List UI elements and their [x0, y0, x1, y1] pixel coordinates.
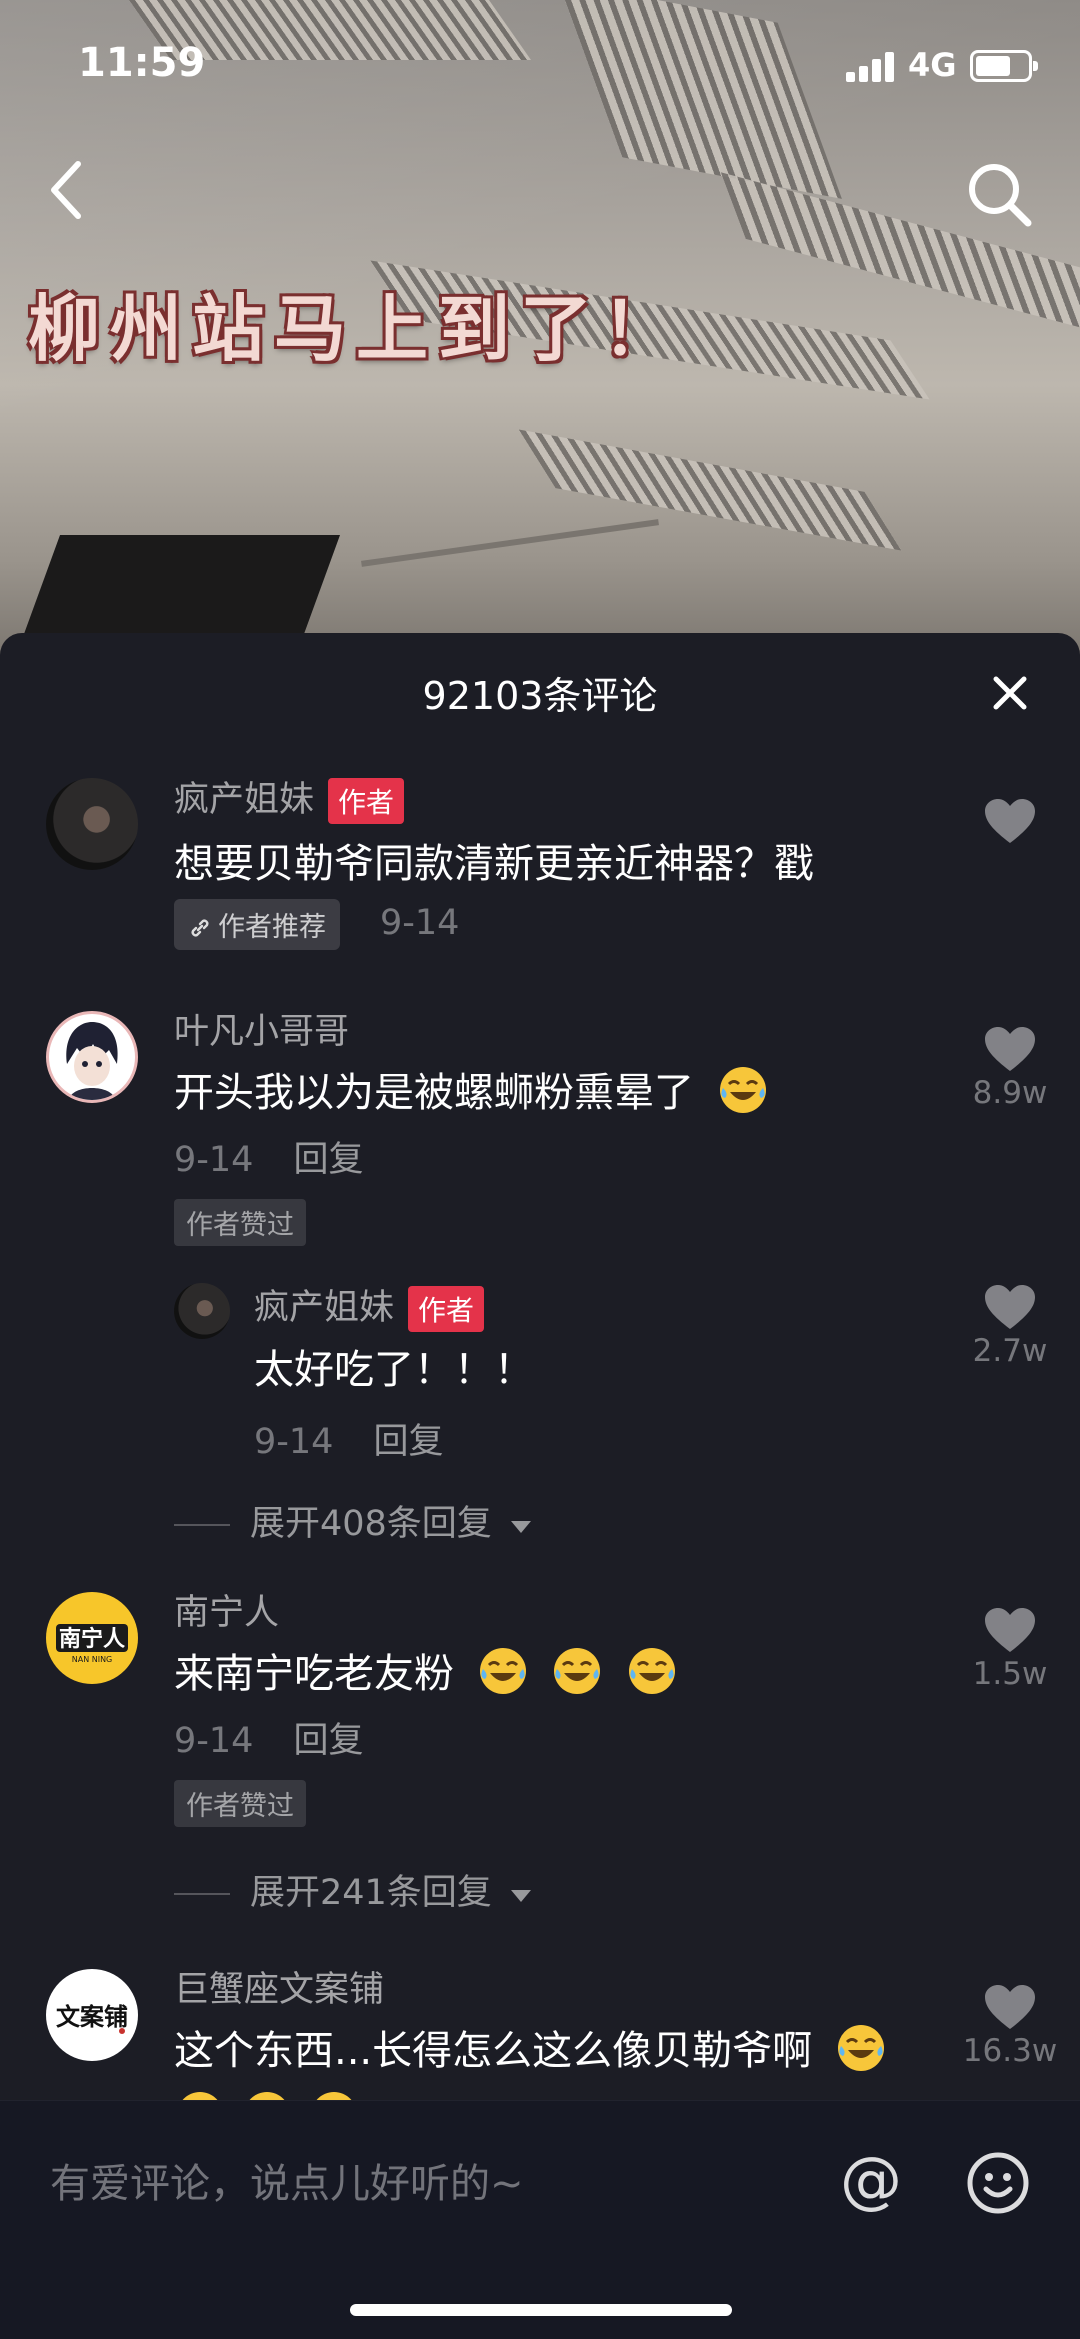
comment-author[interactable]: 南宁人	[174, 1584, 279, 1635]
comment-date: 9-14	[174, 1721, 254, 1761]
comment-item: 疯产姐妹 作者 想要贝勒爷同款清新更亲近神器？戳 作者推荐 9-14	[0, 753, 1080, 950]
battery-icon	[970, 50, 1038, 82]
like-button[interactable]: 8.9w	[940, 1025, 1080, 1111]
tears-of-joy-emoji-icon	[629, 1648, 676, 1694]
heart-icon	[985, 1608, 1035, 1652]
divider	[174, 1524, 230, 1526]
like-button[interactable]	[940, 797, 1080, 845]
author-liked-badge: 作者赞过	[174, 1780, 306, 1827]
comment-input[interactable]: 有爱评论，说点儿好听的~	[50, 2151, 524, 2209]
like-count: 1.5w	[972, 1656, 1048, 1692]
reply-button[interactable]: 回复	[293, 1721, 363, 1761]
search-icon	[969, 164, 1032, 227]
comment-meta: 9-14 回复	[174, 1131, 363, 1182]
heart-icon	[985, 1285, 1035, 1329]
avatar[interactable]	[46, 778, 138, 870]
author-tag: 作者	[408, 1286, 485, 1332]
caret-down-icon	[510, 1890, 531, 1902]
like-count: 16.3w	[962, 2033, 1058, 2069]
comment-author[interactable]: 疯产姐妹 作者	[174, 771, 405, 824]
back-button[interactable]	[40, 150, 100, 230]
search-button[interactable]	[960, 155, 1040, 235]
reply-button[interactable]: 回复	[293, 1140, 363, 1180]
emoji-button[interactable]	[966, 2151, 1030, 2215]
svg-text:南宁人: 南宁人	[59, 1626, 125, 1652]
like-button[interactable]: 1.5w	[940, 1606, 1080, 1692]
heart-icon	[985, 1027, 1035, 1071]
ceiling-rail	[361, 519, 659, 567]
author-tag: 作者	[328, 778, 405, 824]
smiley-icon	[967, 2152, 1029, 2214]
comment-author[interactable]: 叶凡小哥哥	[174, 1003, 349, 1054]
heart-icon	[985, 799, 1035, 843]
comment-meta: 9-14 回复	[174, 1712, 363, 1763]
luggage-rack	[19, 535, 341, 645]
divider	[174, 1893, 230, 1895]
status-time: 11:59	[78, 40, 206, 86]
close-button[interactable]	[990, 673, 1030, 713]
avatar[interactable]	[46, 1011, 138, 1103]
comment-item: 叶凡小哥哥 开头我以为是被螺蛳粉熏晕了 9-14 回复 作者赞过 8.9w 疯产…	[0, 1003, 1080, 1603]
svg-text:NAN NING: NAN NING	[72, 1655, 113, 1664]
tears-of-joy-emoji-icon	[479, 1648, 526, 1694]
at-icon: @	[840, 2143, 902, 2216]
svg-text:文案铺: 文案铺	[56, 2002, 128, 2031]
reply-date: 9-14	[254, 1422, 334, 1462]
network-label: 4G	[908, 46, 957, 84]
avatar[interactable]: 文案铺	[46, 1969, 138, 2061]
mention-button[interactable]: @	[840, 2143, 902, 2216]
author-recommend-badge[interactable]: 作者推荐	[174, 899, 340, 950]
wenanpu-logo: 文案铺	[56, 2002, 128, 2034]
like-button[interactable]: 16.3w	[940, 1983, 1080, 2069]
avatar-illustration	[66, 1022, 118, 1100]
comments-panel: 92103条评论 疯产姐妹 作者 想要贝勒爷同款清新更亲近神器？戳 作者推荐 9-…	[0, 633, 1080, 2339]
close-icon	[993, 676, 1027, 710]
reply-author[interactable]: 疯产姐妹 作者	[254, 1279, 485, 1332]
comment-text[interactable]: 想要贝勒爷同款清新更亲近神器？戳	[174, 831, 814, 889]
back-arrow-icon	[51, 161, 81, 219]
comment-text[interactable]: 开头我以为是被螺蛳粉熏晕了	[174, 1060, 769, 1118]
comment-date: 9-14	[380, 903, 460, 943]
comment-item: 南宁人 NAN NING 南宁人 来南宁吃老友粉 9-14 回复 作者赞过 1.…	[0, 1584, 1080, 1913]
heart-icon	[985, 1985, 1035, 2029]
comment-list[interactable]: 疯产姐妹 作者 想要贝勒爷同款清新更亲近神器？戳 作者推荐 9-14 叶凡小哥哥…	[0, 753, 1080, 2110]
signal-icon	[846, 52, 898, 82]
tears-of-joy-emoji-icon	[554, 1648, 601, 1694]
video-caption: 柳州站马上到了！	[28, 287, 685, 371]
tears-of-joy-emoji-icon	[837, 2025, 884, 2071]
author-liked-badge: 作者赞过	[174, 1199, 306, 1246]
comment-date: 9-14	[174, 1140, 254, 1180]
reply-meta: 9-14 回复	[254, 1413, 443, 1464]
comment-item: 文案铺 巨蟹座文案铺 这个东西...长得怎么这么像贝勒爷啊 16.3w	[0, 1961, 1080, 2110]
comment-text[interactable]: 这个东西...长得怎么这么像贝勒爷啊	[174, 2018, 887, 2076]
comment-text[interactable]: 来南宁吃老友粉	[174, 1641, 678, 1699]
nanning-logo: 南宁人 NAN NING	[56, 1624, 128, 1664]
expand-replies-button[interactable]: 展开408条回复	[174, 1495, 533, 1546]
avatar[interactable]	[174, 1283, 230, 1339]
link-icon	[191, 919, 209, 937]
status-bar: 11:59 4G	[0, 0, 1080, 130]
like-count: 8.9w	[972, 1075, 1048, 1111]
like-button[interactable]: 2.7w	[940, 1283, 1080, 1369]
expand-replies-button[interactable]: 展开241条回复	[174, 1864, 533, 1915]
reply-text[interactable]: 太好吃了！！！	[254, 1337, 534, 1395]
comment-author[interactable]: 巨蟹座文案铺	[174, 1961, 384, 2012]
avatar[interactable]: 南宁人 NAN NING	[46, 1592, 138, 1684]
tears-of-joy-emoji-icon	[719, 1067, 766, 1113]
caret-down-icon	[510, 1521, 531, 1533]
home-indicator[interactable]	[350, 2304, 732, 2316]
comments-count-title: 92103条评论	[422, 674, 658, 718]
reply-button[interactable]: 回复	[373, 1422, 443, 1462]
like-count: 2.7w	[972, 1333, 1048, 1369]
